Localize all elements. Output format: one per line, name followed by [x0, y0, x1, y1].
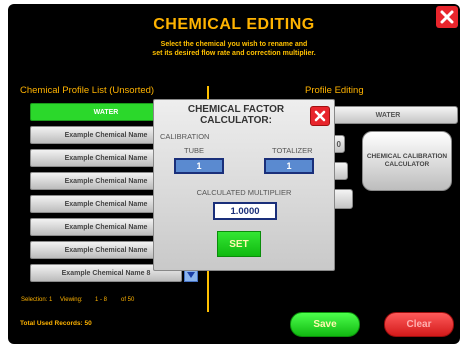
- totalizer-input[interactable]: 1: [264, 158, 314, 174]
- totalizer-label: TOTALIZER: [272, 146, 313, 155]
- chemical-list-header: Chemical Profile List (Unsorted): [20, 85, 155, 96]
- calibration-label: CALIBRATION: [160, 132, 210, 141]
- page-title: CHEMICAL EDITING: [153, 16, 315, 33]
- viewing-total: of 50: [121, 297, 135, 303]
- close-icon: [440, 10, 454, 24]
- page-subtitle: Select the chemical you wish to rename a…: [8, 40, 460, 58]
- total-records: Total Used Records: 50: [20, 320, 92, 327]
- dialog-close-button[interactable]: [310, 106, 330, 126]
- viewing-label: Viewing:: [60, 297, 83, 303]
- calculated-multiplier-value: 1.0000: [213, 202, 277, 220]
- profile-name-field[interactable]: WATER: [318, 106, 458, 124]
- clear-button[interactable]: Clear: [384, 312, 454, 337]
- viewing-range: 1 - 8: [95, 297, 108, 303]
- subtitle-line-2: set its desired flow rate and correction…: [152, 50, 316, 57]
- set-button[interactable]: SET: [217, 231, 261, 257]
- chemical-editing-screen: CHEMICAL EDITING Select the chemical you…: [8, 4, 460, 344]
- tube-input[interactable]: 1: [174, 158, 224, 174]
- profile-editing-header: Profile Editing: [305, 85, 364, 96]
- selection-status: Selection: 1: [21, 297, 53, 303]
- chemical-factor-calculator-dialog: CHEMICAL FACTOR CALCULATOR: CALIBRATION …: [153, 99, 335, 271]
- subtitle-line-1: Select the chemical you wish to rename a…: [160, 41, 308, 48]
- close-button[interactable]: [436, 6, 458, 28]
- save-button[interactable]: Save: [290, 312, 360, 337]
- calculated-multiplier-label: CALCULATED MULTIPLIER: [196, 188, 292, 197]
- dialog-title: CHEMICAL FACTOR CALCULATOR:: [187, 104, 285, 126]
- chemical-calibration-calculator-button[interactable]: CHEMICAL CALIBRATION CALCULATOR: [362, 131, 452, 191]
- close-icon: [314, 110, 326, 122]
- tube-label: TUBE: [184, 146, 205, 155]
